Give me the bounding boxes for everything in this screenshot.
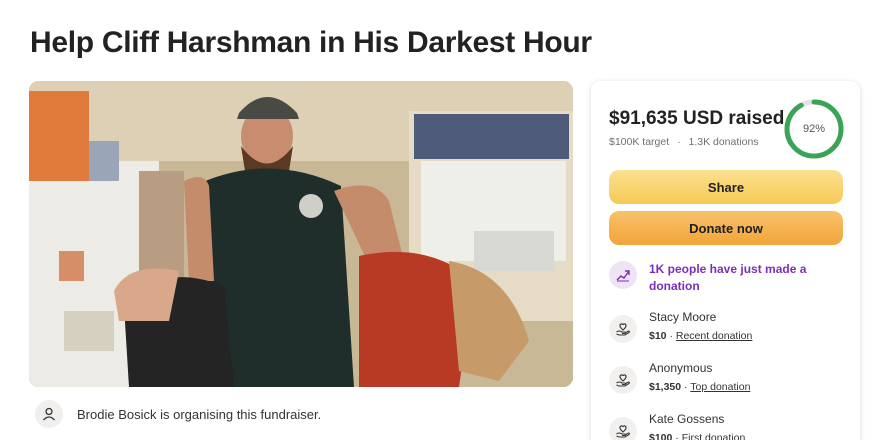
donation-card: $91,635 USD raised $100K target · 1.3K d… bbox=[591, 81, 860, 440]
donate-now-button[interactable]: Donate now bbox=[609, 211, 843, 245]
donation-amount: $10 bbox=[649, 330, 667, 342]
meta-separator: · bbox=[677, 136, 681, 148]
trending-up-icon bbox=[609, 261, 637, 289]
target-amount: $100K target bbox=[609, 136, 670, 148]
fundraiser-photo[interactable] bbox=[29, 81, 573, 387]
heart-hand-icon bbox=[609, 417, 637, 440]
trend-notice: 1K people have just made a donation bbox=[609, 261, 843, 295]
donor-name: Kate Gossens bbox=[649, 412, 725, 426]
heart-hand-icon bbox=[609, 366, 637, 394]
page-title: Help Cliff Harshman in His Darkest Hour bbox=[30, 26, 592, 59]
raised-summary: $91,635 USD raised bbox=[609, 108, 784, 130]
donation-count: 1.3K donations bbox=[688, 136, 759, 148]
raised-suffix: USD raised bbox=[677, 108, 785, 129]
share-button[interactable]: Share bbox=[609, 170, 843, 204]
donation-separator: · bbox=[681, 381, 691, 393]
donation-separator: · bbox=[666, 330, 676, 342]
donation-separator: · bbox=[672, 432, 682, 440]
raised-amount: $91,635 bbox=[609, 108, 678, 129]
donation-item: Anonymous $1,350 · Top donation bbox=[609, 360, 843, 395]
donation-tag-link[interactable]: Top donation bbox=[690, 381, 750, 393]
progress-label: 92% bbox=[802, 123, 826, 135]
donation-item: Kate Gossens $100 · First donation bbox=[609, 411, 843, 440]
trend-text: 1K people have just made a donation bbox=[649, 262, 807, 293]
heart-hand-icon bbox=[609, 315, 637, 343]
donation-amount: $1,350 bbox=[649, 381, 682, 393]
person-icon bbox=[35, 400, 63, 428]
donor-name: Anonymous bbox=[649, 361, 713, 375]
donation-tag-link[interactable]: Recent donation bbox=[676, 330, 752, 342]
organiser-text: Brodie Bosick is organising this fundrai… bbox=[77, 406, 322, 422]
donor-name: Stacy Moore bbox=[649, 310, 717, 324]
target-meta: $100K target · 1.3K donations bbox=[609, 136, 759, 148]
organiser-info: Brodie Bosick is organising this fundrai… bbox=[35, 400, 321, 428]
donation-item: Stacy Moore $10 · Recent donation bbox=[609, 309, 843, 344]
donation-tag-link[interactable]: First donation bbox=[682, 432, 746, 440]
donation-amount: $100 bbox=[649, 432, 673, 440]
fundraiser-photo-image bbox=[29, 81, 573, 387]
